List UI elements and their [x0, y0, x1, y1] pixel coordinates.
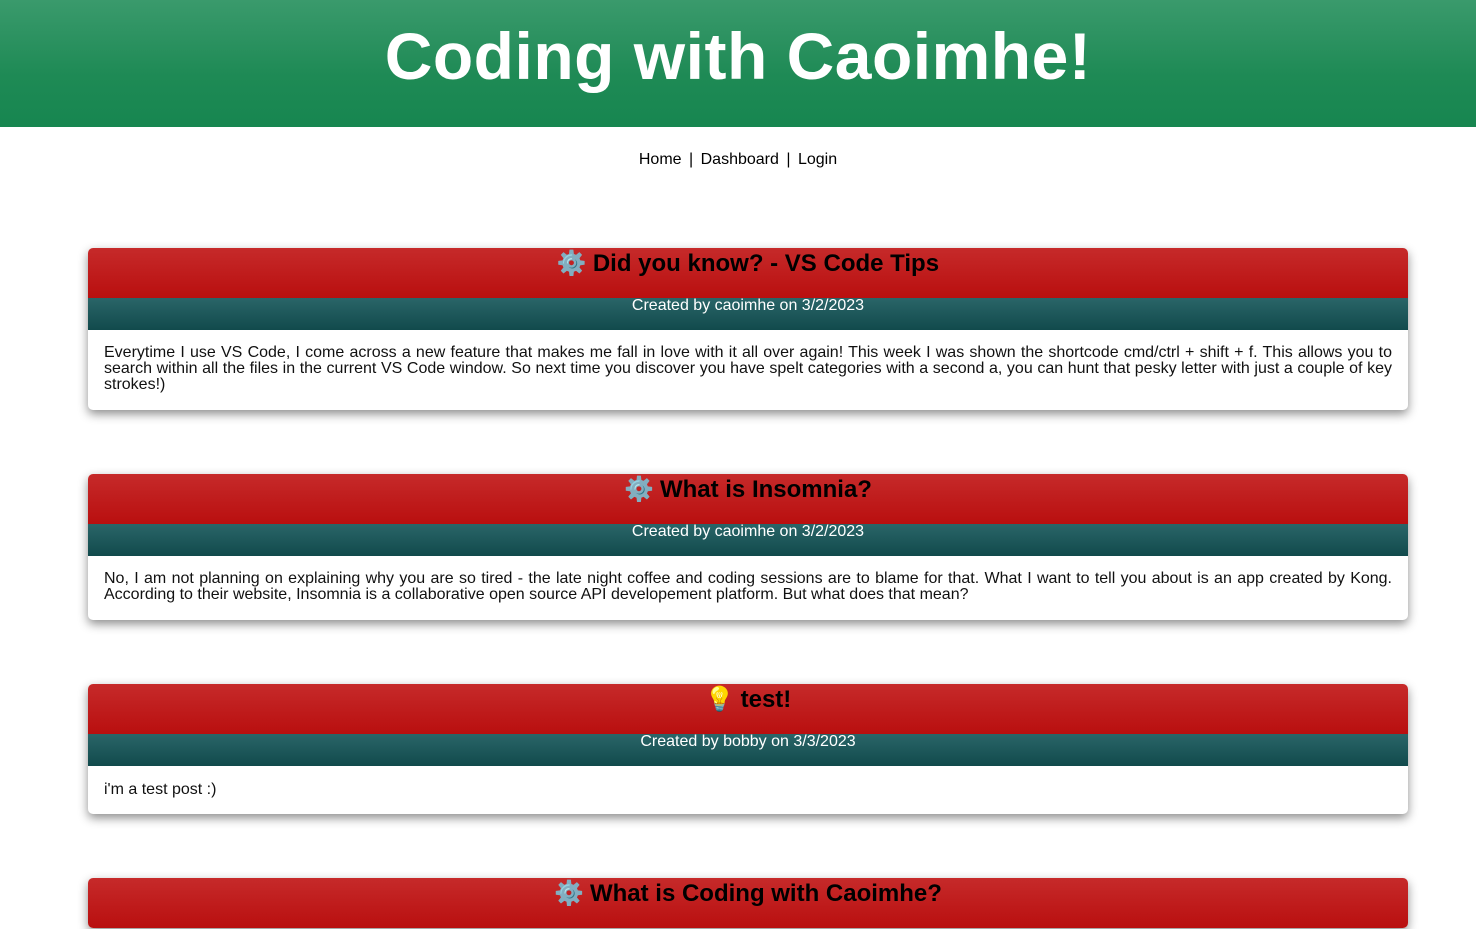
gear-icon: ⚙️ — [556, 250, 587, 277]
post-title-bar: 💡 test! — [88, 684, 1408, 734]
post-title-bar: ⚙️ Did you know? - VS Code Tips — [88, 248, 1408, 298]
nav-login-link[interactable]: Login — [798, 151, 837, 168]
nav-separator: | — [689, 151, 694, 168]
post-card[interactable]: 💡 test! Created by bobby on 3/3/2023 i'm … — [88, 684, 1408, 814]
nav-home-link[interactable]: Home — [639, 151, 682, 168]
post-title-text: What is Insomnia? — [659, 476, 872, 503]
nav-separator: | — [786, 151, 791, 168]
post-body: No, I am not planning on explaining why … — [104, 570, 1392, 603]
post-title-text: What is Coding with Caoimhe? — [589, 880, 942, 907]
main-nav: Home | Dashboard | Login — [0, 150, 1476, 170]
post-meta: Created by caoimhe on 3/2/2023 — [88, 298, 1408, 330]
gear-icon: ⚙️ — [624, 476, 654, 503]
gear-icon: ⚙️ — [554, 880, 584, 907]
post-card[interactable]: ⚙️ What is Coding with Caoimhe? — [88, 878, 1408, 928]
post-meta: Created by caoimhe on 3/2/2023 — [88, 524, 1408, 556]
post-title[interactable]: ⚙️ What is Coding with Caoimhe? — [88, 878, 1408, 909]
site-title: Coding with Caoimhe! — [384, 19, 1092, 93]
post-list: ⚙️ Did you know? - VS Code Tips Created b… — [88, 248, 1408, 928]
post-title-bar: ⚙️ What is Coding with Caoimhe? — [88, 878, 1408, 928]
post-body: Everytime I use VS Code, I come across a… — [104, 344, 1392, 393]
post-card[interactable]: ⚙️ Did you know? - VS Code Tips Created b… — [88, 248, 1408, 410]
nav-dashboard-link[interactable]: Dashboard — [701, 151, 779, 168]
site-header: Coding with Caoimhe! — [0, 0, 1476, 127]
post-meta-text: Created by caoimhe on 3/2/2023 — [631, 297, 865, 314]
post-meta: Created by bobby on 3/3/2023 — [88, 734, 1408, 766]
post-body: i'm a test post :) — [104, 781, 217, 798]
post-title-bar: ⚙️ What is Insomnia? — [88, 474, 1408, 524]
post-meta-text: Created by bobby on 3/3/2023 — [640, 733, 856, 750]
post-title[interactable]: ⚙️ What is Insomnia? — [88, 474, 1408, 505]
post-title[interactable]: 💡 test! — [88, 684, 1408, 715]
lightbulb-icon: 💡 — [704, 686, 735, 713]
post-card[interactable]: ⚙️ What is Insomnia? Created by caoimhe o… — [88, 474, 1408, 620]
post-title[interactable]: ⚙️ Did you know? - VS Code Tips — [88, 248, 1408, 279]
post-title-text: test! — [740, 686, 792, 713]
post-meta-text: Created by caoimhe on 3/2/2023 — [631, 523, 865, 540]
post-title-text: Did you know? - VS Code Tips — [592, 250, 940, 277]
